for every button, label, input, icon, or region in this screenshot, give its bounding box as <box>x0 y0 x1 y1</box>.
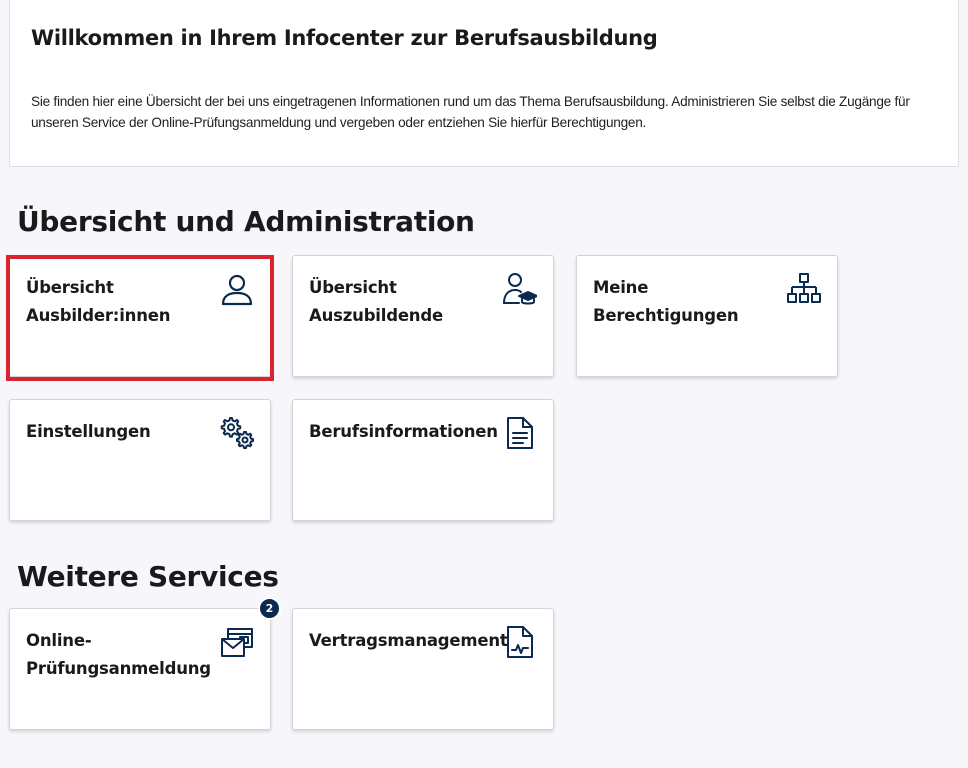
tile-uebersicht-ausbilder[interactable]: Übersicht Ausbilder:in­nen <box>9 255 271 377</box>
tile-label: Meine Berechtigungen <box>593 278 739 325</box>
welcome-title: Willkommen in Ihrem Infocenter zur Beruf… <box>31 26 658 50</box>
section-title-administration: Übersicht und Administration <box>17 205 475 238</box>
tile-uebersicht-auszubildende[interactable]: Übersicht Auszubilden­de <box>292 255 554 377</box>
section-title-weitere-services: Weitere Services <box>17 560 279 593</box>
hierarchy-icon <box>787 272 821 306</box>
notification-badge: 2 <box>258 597 281 620</box>
trainee-graduation-icon <box>503 272 537 306</box>
tile-label: Berufsinformationen <box>309 422 498 441</box>
tile-meine-berechtigungen[interactable]: Meine Berechtigungen <box>576 255 838 377</box>
tile-vertragsmanagement[interactable]: Vertragsmanagement <box>292 608 554 730</box>
welcome-panel: Willkommen in Ihrem Infocenter zur Beruf… <box>9 0 959 167</box>
tile-label: Online-Prüfungsanmeldung <box>26 631 211 678</box>
gears-icon <box>220 416 254 450</box>
person-icon <box>220 272 254 306</box>
welcome-text: Sie finden hier eine Übersicht der bei u… <box>31 94 910 130</box>
tile-label: Übersicht Ausbilder:in­nen <box>26 278 171 325</box>
tile-berufsinformationen[interactable]: Berufsinformationen <box>292 399 554 521</box>
tile-online-pruefungsanmeldung[interactable]: Online-Prüfungsanmeldung <box>9 608 271 730</box>
tile-label: Vertragsmanagement <box>309 631 508 650</box>
tile-label: Übersicht Auszubilden­de <box>309 278 443 325</box>
contract-signature-icon <box>503 625 537 659</box>
tile-einstellungen[interactable]: Einstellungen <box>9 399 271 521</box>
tile-label: Einstellungen <box>26 422 151 441</box>
mail-stack-icon <box>220 625 254 659</box>
document-icon <box>503 416 537 450</box>
